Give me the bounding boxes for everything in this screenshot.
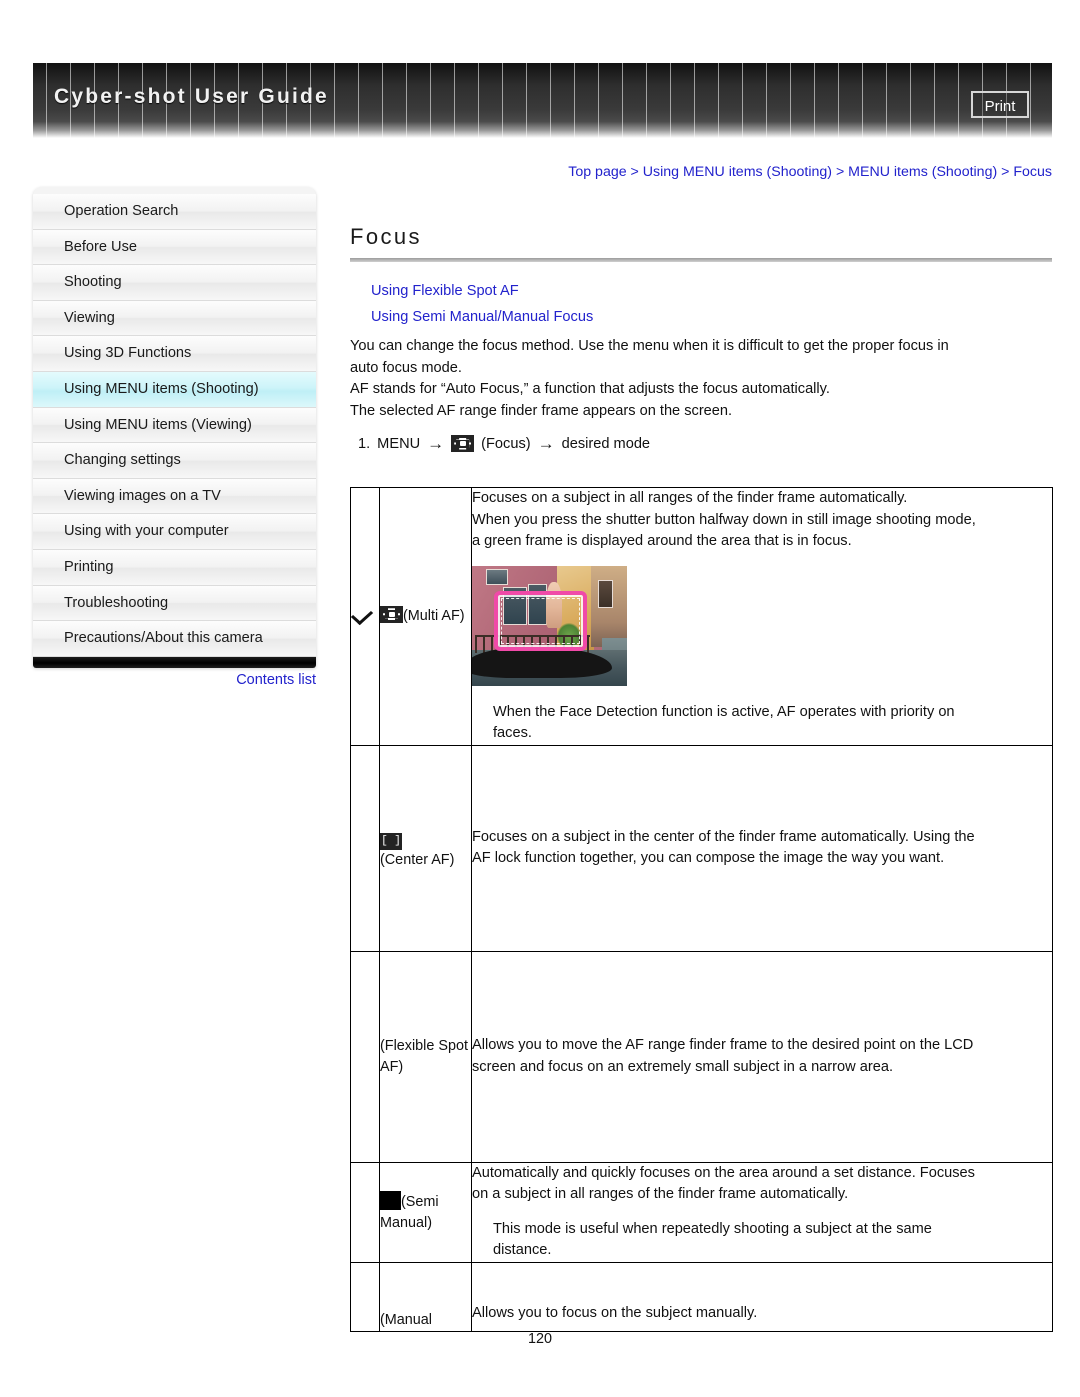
sidebar-item-printing[interactable]: Printing bbox=[33, 549, 316, 586]
sidebar-item-using-3d-functions[interactable]: Using 3D Functions bbox=[33, 336, 316, 372]
print-button[interactable]: Print bbox=[971, 91, 1029, 118]
sidebar-item-using-with-computer[interactable]: Using with your computer bbox=[33, 514, 316, 550]
anchor-using-semi-manual-focus[interactable]: Using Semi Manual/Manual Focus bbox=[371, 305, 593, 331]
sidebar-item-shooting[interactable]: Shooting bbox=[33, 265, 316, 301]
note-line: distance. bbox=[493, 1242, 552, 1258]
note-line: faces. bbox=[493, 725, 532, 741]
af-range-finder-frame bbox=[493, 590, 587, 651]
arrow-right-icon: → bbox=[427, 434, 445, 453]
row-default-check-cell bbox=[350, 744, 380, 952]
sidebar-item-using-menu-viewing[interactable]: Using MENU items (Viewing) bbox=[33, 407, 316, 444]
row-description-cell: Allows you to focus on the subject manua… bbox=[471, 1261, 1053, 1332]
sidebar-navigation: Operation Search Before Use Shooting Vie… bbox=[33, 187, 316, 668]
page-number: 120 bbox=[527, 1331, 552, 1347]
desc-line: screen and focus on an extremely small s… bbox=[472, 1058, 893, 1075]
app-title: Cyber-shot User Guide bbox=[54, 85, 329, 108]
desc-line: AF lock function together, you can compo… bbox=[472, 850, 945, 866]
sidebar-item-before-use[interactable]: Before Use bbox=[33, 229, 316, 266]
mode-label: (Manual bbox=[380, 1311, 432, 1328]
row-description-cell: Allows you to move the AF range finder f… bbox=[471, 950, 1053, 1163]
sidebar-item-changing-settings[interactable]: Changing settings bbox=[33, 443, 316, 479]
focus-icon bbox=[451, 435, 475, 452]
table-row: [ ] (Center AF) Focuses on a subject in … bbox=[350, 744, 1053, 952]
mode-label: (Multi AF) bbox=[403, 607, 465, 624]
desc-line: When you press the shutter button halfwa… bbox=[472, 511, 976, 528]
step-instruction: 1. MENU → (Focus) → desired mode bbox=[358, 435, 1052, 452]
row-mode-cell: (Manual bbox=[379, 1261, 472, 1332]
row-mode-cell: (Flexible Spot AF) bbox=[379, 950, 472, 1163]
row-default-check-cell bbox=[350, 1161, 380, 1263]
row-default-check-cell bbox=[350, 950, 380, 1163]
sidebar-item-viewing[interactable]: Viewing bbox=[33, 300, 316, 337]
row-mode-cell: (Multi AF) bbox=[379, 487, 472, 746]
row-description-cell: Focuses on a subject in all ranges of th… bbox=[471, 487, 1053, 746]
note-line: This mode is useful when repeatedly shoo… bbox=[493, 1220, 932, 1237]
photo-window bbox=[485, 569, 509, 586]
semi-manual-icon bbox=[380, 1190, 401, 1210]
table-row: (Manual Allows you to focus on the subje… bbox=[350, 1261, 1053, 1332]
contents-list-link[interactable]: Contents list bbox=[33, 672, 316, 688]
desc-line: a green frame is displayed around the ar… bbox=[472, 533, 852, 549]
anchor-using-flexible-spot-af[interactable]: Using Flexible Spot AF bbox=[371, 279, 519, 305]
checkmark-icon bbox=[354, 605, 376, 623]
multi-af-icon bbox=[380, 605, 403, 623]
desc-line: Allows you to move the AF range finder f… bbox=[472, 1037, 974, 1053]
desc-line: on a subject in all ranges of the finder… bbox=[472, 1186, 849, 1202]
focus-modes-table: (Multi AF) Focuses on a subject in all r… bbox=[350, 487, 1053, 1332]
multi-af-example-photo bbox=[472, 565, 627, 686]
table-row: (Semi Manual) Automatically and quickly … bbox=[350, 1161, 1053, 1263]
center-af-icon: [ ] bbox=[380, 832, 402, 850]
table-row: (Flexible Spot AF) Allows you to move th… bbox=[350, 950, 1053, 1163]
app-header: Cyber-shot User Guide Print bbox=[33, 63, 1052, 138]
arrow-right-icon-2: → bbox=[537, 434, 555, 453]
title-divider bbox=[350, 258, 1052, 262]
photo-window bbox=[597, 579, 614, 609]
step-menu-label: MENU bbox=[377, 435, 421, 452]
mode-label: (Flexible Spot AF) bbox=[380, 1037, 468, 1075]
intro-line-3: AF stands for “Auto Focus,” a function t… bbox=[350, 381, 830, 397]
mode-label: (Center AF) bbox=[380, 851, 455, 868]
row-description-cell: Focuses on a subject in the center of th… bbox=[471, 744, 1053, 952]
row-default-check-cell bbox=[350, 1261, 380, 1332]
desc-line: Focuses on a subject in the center of th… bbox=[472, 828, 975, 845]
sidebar-item-operation-search[interactable]: Operation Search bbox=[33, 194, 316, 230]
row-mode-cell: [ ] (Center AF) bbox=[379, 744, 472, 952]
main-content: Focus Using Flexible Spot AF Using Semi … bbox=[350, 224, 1052, 452]
step-icon-caption: (Focus) bbox=[481, 435, 531, 452]
sidebar-item-viewing-images-tv[interactable]: Viewing images on a TV bbox=[33, 478, 316, 515]
row-default-check-cell bbox=[350, 487, 380, 746]
desc-line: Automatically and quickly focuses on the… bbox=[472, 1164, 975, 1181]
sidebar-item-precautions[interactable]: Precautions/About this camera bbox=[33, 621, 316, 657]
breadcrumb[interactable]: Top page > Using MENU items (Shooting) >… bbox=[486, 164, 1052, 180]
note-line: When the Face Detection function is acti… bbox=[493, 703, 955, 720]
row-description-cell: Automatically and quickly focuses on the… bbox=[471, 1161, 1053, 1263]
sidebar-bottom-bar bbox=[33, 656, 316, 668]
intro-line-4: The selected AF range finder frame appea… bbox=[350, 402, 733, 419]
intro-line-2: auto focus mode. bbox=[350, 359, 462, 376]
desc-line: Allows you to focus on the subject manua… bbox=[472, 1305, 758, 1321]
desc-line: Focuses on a subject in all ranges of th… bbox=[472, 490, 908, 506]
sidebar-item-using-menu-shooting[interactable]: Using MENU items (Shooting) bbox=[33, 371, 316, 408]
page-title: Focus bbox=[350, 224, 422, 249]
step-number: 1. bbox=[358, 435, 371, 452]
table-row: (Multi AF) Focuses on a subject in all r… bbox=[350, 487, 1053, 746]
intro-line-1: You can change the focus method. Use the… bbox=[350, 338, 949, 354]
sidebar-item-troubleshooting[interactable]: Troubleshooting bbox=[33, 585, 316, 622]
row-mode-cell: (Semi Manual) bbox=[379, 1161, 472, 1263]
intro-paragraph: You can change the focus method. Use the… bbox=[350, 336, 1052, 422]
step-tail: desired mode bbox=[561, 435, 651, 452]
